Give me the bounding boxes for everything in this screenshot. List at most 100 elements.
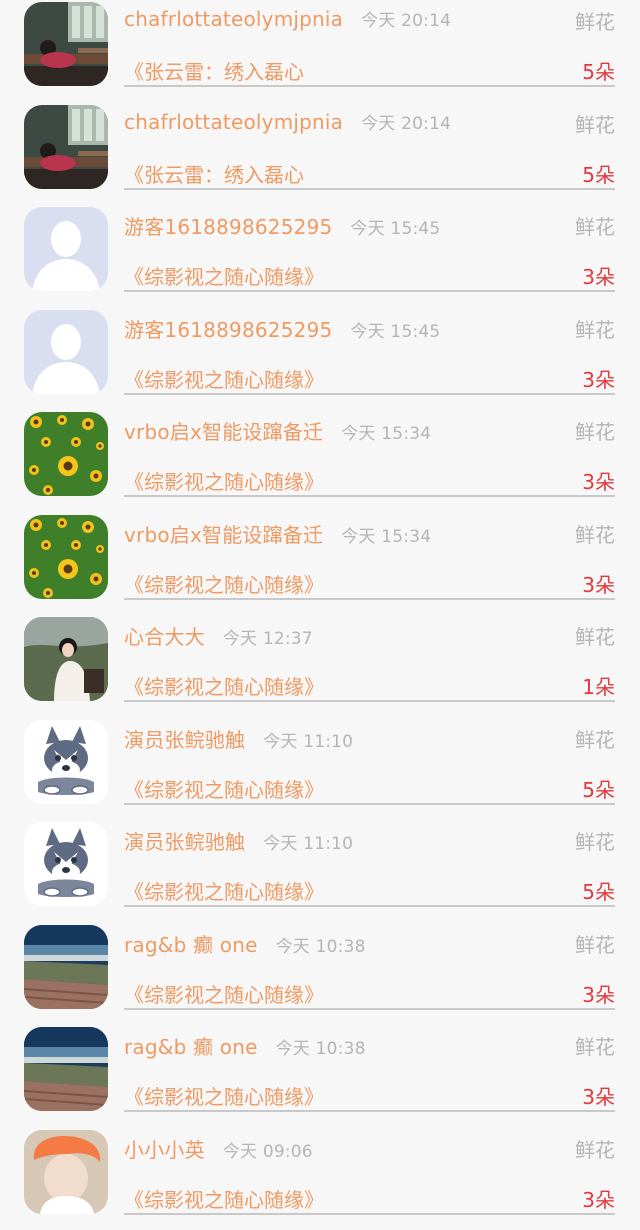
- avatar[interactable]: [24, 617, 108, 701]
- avatar[interactable]: [24, 207, 108, 291]
- gift-row[interactable]: chafrlottateolymjpnia 今天 20:14 鲜花《张云雷：绣入磊心…: [0, 0, 640, 103]
- user-name[interactable]: 演员张鲩驰触今天 11:10: [124, 826, 353, 855]
- book-title-link[interactable]: 《综影视之随心随缘》: [124, 364, 324, 393]
- gift-type-label: 鲜花: [575, 1134, 615, 1163]
- flower-count: 5朵: [582, 56, 615, 85]
- row-divider: [124, 1110, 615, 1112]
- gift-type-label: 鲜花: [575, 929, 615, 958]
- gift-row[interactable]: 演员张鲩驰触今天 11:10 鲜花《综影视之随心随缘》 5朵: [0, 718, 640, 821]
- flower-count: 3朵: [582, 979, 615, 1008]
- user-name-text[interactable]: vrbo启x智能设蹿备迁: [124, 420, 323, 444]
- user-name-text[interactable]: chafrlottateolymjpnia: [124, 110, 343, 134]
- avatar[interactable]: [24, 1027, 108, 1111]
- timestamp: 今天 15:34: [341, 424, 431, 444]
- timestamp: 今天 20:14: [361, 11, 451, 31]
- user-name[interactable]: 游客1618898625295 今天 15:45: [124, 211, 440, 240]
- book-title-link[interactable]: 《综影视之随心随缘》: [124, 1081, 324, 1110]
- user-name[interactable]: vrbo启x智能设蹿备迁今天 15:34: [124, 519, 431, 548]
- gift-row[interactable]: 演员张鲩驰触今天 11:10鲜花《综影视之随心随缘》5朵: [0, 820, 640, 923]
- row-divider: [124, 905, 615, 907]
- flower-count: 3朵: [582, 1184, 615, 1213]
- gift-row[interactable]: rag&b 癫 one今天 10:38 鲜花《综影视之随心随缘》 3朵: [0, 923, 640, 1026]
- user-name-text[interactable]: chafrlottateolymjpnia: [124, 7, 343, 31]
- user-name[interactable]: chafrlottateolymjpnia 今天 20:14: [124, 6, 451, 31]
- gift-row[interactable]: chafrlottateolymjpnia今天 20:14 鲜花《张云雷：绣入磊心…: [0, 103, 640, 206]
- timestamp: 今天 15:45: [350, 219, 440, 239]
- avatar[interactable]: [24, 105, 108, 189]
- book-title-link[interactable]: 《综影视之随心随缘》: [124, 261, 324, 290]
- user-name[interactable]: 演员张鲩驰触今天 11:10: [124, 724, 353, 753]
- gift-row[interactable]: 心合大大今天 12:37 鲜花《综影视之随心随缘》 1朵: [0, 615, 640, 718]
- book-title-link[interactable]: 《综影视之随心随缘》: [124, 1184, 324, 1213]
- book-title-link[interactable]: 《张云雷：绣入磊心: [124, 56, 304, 85]
- avatar[interactable]: [24, 2, 108, 86]
- flower-gift-list: chafrlottateolymjpnia今天 20:14鲜花《张云雷：绣入磊心…: [0, 0, 640, 1210]
- gift-type-label: 鲜花: [575, 621, 615, 650]
- gift-type-label: 鲜花: [575, 314, 615, 343]
- user-name[interactable]: 心合大大今天 12:37: [124, 621, 313, 650]
- flower-count: 3朵: [582, 261, 615, 290]
- flower-count: 3朵: [582, 1081, 615, 1110]
- flower-count: 1朵: [582, 671, 615, 700]
- gift-type-label: 鲜花: [575, 211, 615, 240]
- row-divider: [124, 188, 615, 190]
- user-name[interactable]: rag&b 癫 one今天 10:38: [124, 929, 366, 958]
- timestamp: 今天 11:10: [263, 834, 353, 854]
- gift-type-label: 鲜花: [575, 6, 615, 35]
- avatar[interactable]: [24, 412, 108, 496]
- user-name-text[interactable]: 演员张鲩驰触: [124, 830, 245, 854]
- row-divider: [124, 1008, 615, 1010]
- gift-type-label: 鲜花: [575, 724, 615, 753]
- gift-type-label: 鲜花: [575, 109, 615, 138]
- user-name-text[interactable]: 游客1618898625295: [124, 215, 332, 239]
- avatar[interactable]: [24, 720, 108, 804]
- avatar[interactable]: [24, 1130, 108, 1214]
- avatar[interactable]: [24, 822, 108, 906]
- avatar[interactable]: [24, 925, 108, 1009]
- flower-count: 5朵: [582, 159, 615, 188]
- gift-row[interactable]: vrbo启x智能设蹿备迁今天 15:34 鲜花《综影视之随心随缘》 3朵: [0, 410, 640, 513]
- gift-row[interactable]: 游客1618898625295今天 15:45 鲜花《综影视之随心随缘》 3朵: [0, 308, 640, 411]
- user-name-text[interactable]: 演员张鲩驰触: [124, 728, 245, 752]
- user-name[interactable]: rag&b 癫 one今天 10:38: [124, 1031, 366, 1060]
- user-name-text[interactable]: 游客1618898625295: [124, 318, 332, 342]
- book-title-link[interactable]: 《综影视之随心随缘》: [124, 876, 324, 905]
- row-divider: [124, 598, 615, 600]
- user-name-text[interactable]: vrbo启x智能设蹿备迁: [124, 523, 323, 547]
- user-name-text[interactable]: 心合大大: [124, 625, 205, 649]
- user-name-text[interactable]: rag&b 癫 one: [124, 933, 258, 957]
- flower-count: 3朵: [582, 466, 615, 495]
- timestamp: 今天 12:37: [223, 629, 313, 649]
- timestamp: 今天 09:06: [223, 1142, 313, 1162]
- book-title-link[interactable]: 《综影视之随心随缘》: [124, 979, 324, 1008]
- book-title-link[interactable]: 《张云雷：绣入磊心: [124, 159, 304, 188]
- user-name[interactable]: vrbo启x智能设蹿备迁今天 15:34: [124, 416, 431, 445]
- gift-type-label: 鲜花: [575, 826, 615, 855]
- timestamp: 今天 15:34: [341, 527, 431, 547]
- avatar[interactable]: [24, 515, 108, 599]
- flower-count: 3朵: [582, 364, 615, 393]
- row-divider: [124, 495, 615, 497]
- row-divider: [124, 803, 615, 805]
- gift-type-label: 鲜花: [575, 519, 615, 548]
- book-title-link[interactable]: 《综影视之随心随缘》: [124, 466, 324, 495]
- gift-row[interactable]: rag&b 癫 one今天 10:38鲜花《综影视之随心随缘》3朵: [0, 1025, 640, 1128]
- flower-count: 5朵: [582, 774, 615, 803]
- user-name-text[interactable]: 小小小英: [124, 1138, 205, 1162]
- book-title-link[interactable]: 《综影视之随心随缘》: [124, 671, 324, 700]
- timestamp: 今天 11:10: [263, 732, 353, 752]
- avatar[interactable]: [24, 310, 108, 394]
- book-title-link[interactable]: 《综影视之随心随缘》: [124, 569, 324, 598]
- user-name[interactable]: chafrlottateolymjpnia今天 20:14: [124, 109, 451, 134]
- row-divider: [124, 700, 615, 702]
- gift-row[interactable]: 游客1618898625295 今天 15:45 鲜花《综影视之随心随缘》 3朵: [0, 205, 640, 308]
- user-name[interactable]: 游客1618898625295今天 15:45: [124, 314, 440, 343]
- gift-type-label: 鲜花: [575, 416, 615, 445]
- book-title-link[interactable]: 《综影视之随心随缘》: [124, 774, 324, 803]
- gift-row[interactable]: 小小小英今天 09:06 鲜花《综影视之随心随缘》 3朵: [0, 1128, 640, 1230]
- user-name[interactable]: 小小小英今天 09:06: [124, 1134, 313, 1163]
- gift-row[interactable]: vrbo启x智能设蹿备迁今天 15:34鲜花《综影视之随心随缘》3朵: [0, 513, 640, 616]
- row-divider: [124, 85, 615, 87]
- user-name-text[interactable]: rag&b 癫 one: [124, 1035, 258, 1059]
- row-divider: [124, 393, 615, 395]
